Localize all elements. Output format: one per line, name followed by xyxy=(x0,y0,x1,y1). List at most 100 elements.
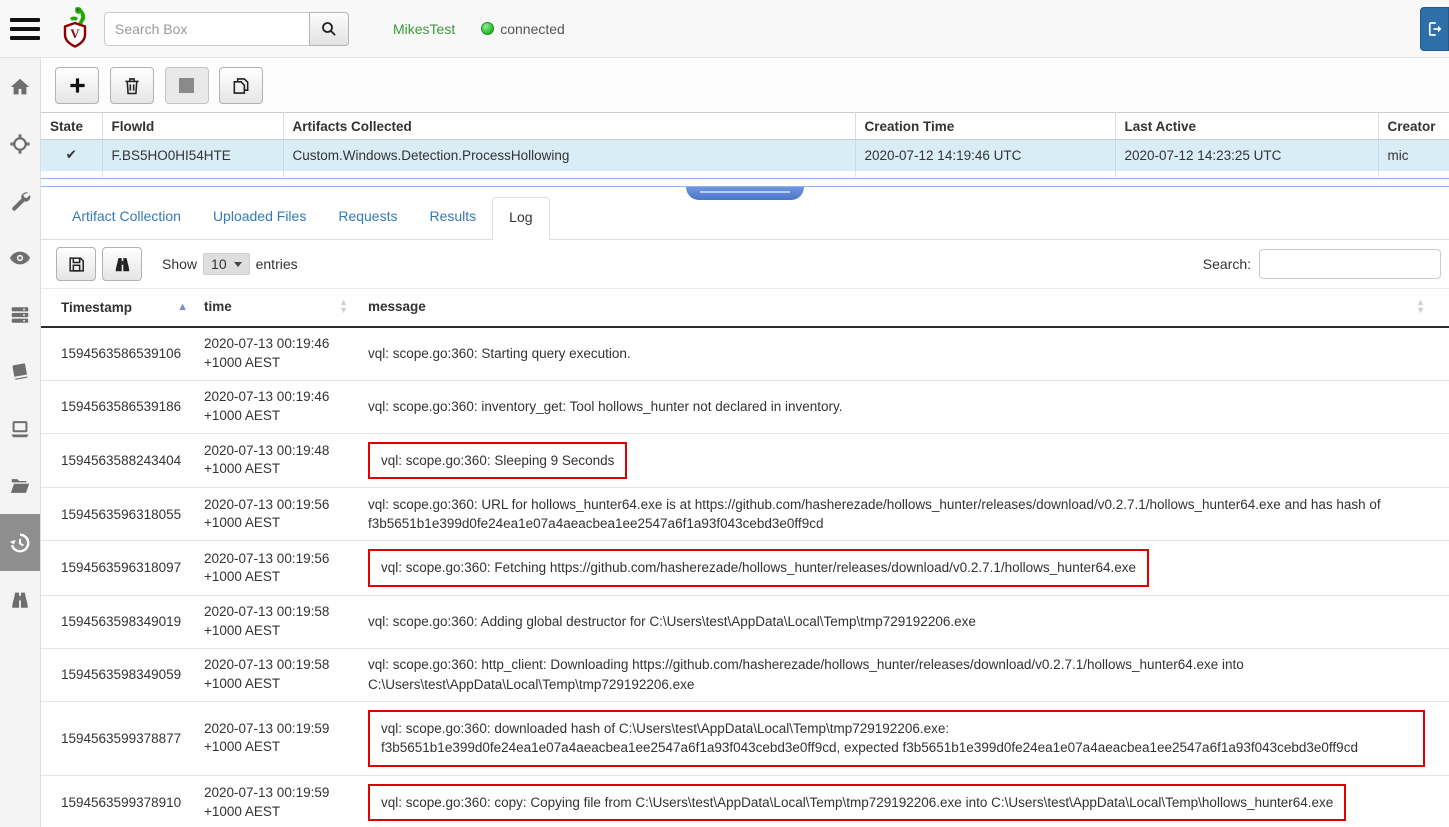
log-time: 2020-07-13 00:19:46 +1000 AEST xyxy=(196,382,356,430)
save-log-button[interactable] xyxy=(56,247,96,281)
tab-artifact-collection[interactable]: Artifact Collection xyxy=(56,197,197,239)
menu-toggle-icon[interactable] xyxy=(10,13,44,45)
log-message-highlighted: vql: scope.go:360: Fetching https://gith… xyxy=(368,549,1149,587)
logout-button[interactable] xyxy=(1420,7,1449,51)
search-button[interactable] xyxy=(309,12,349,46)
log-time: 2020-07-13 00:19:46 +1000 AEST xyxy=(196,329,356,377)
col-flowid[interactable]: FlowId xyxy=(102,113,283,140)
log-row[interactable]: 1594563598349019 2020-07-13 00:19:58 +10… xyxy=(41,596,1449,649)
flow-row-selected[interactable]: ✔ F.BS5HO0HI54HTE Custom.Windows.Detecti… xyxy=(41,140,1449,171)
sidebar-item-server-events[interactable] xyxy=(0,229,40,286)
log-time: 2020-07-13 00:19:59 +1000 AEST xyxy=(196,778,356,826)
search-input[interactable] xyxy=(104,12,309,46)
log-message: vql: scope.go:360: Starting query execut… xyxy=(368,344,631,364)
sort-icon[interactable]: ▲▼ xyxy=(339,299,348,314)
flow-toolbar xyxy=(41,58,1449,112)
connected-dot-icon xyxy=(481,22,494,35)
save-icon xyxy=(67,255,86,274)
copy-flow-button[interactable] xyxy=(219,67,263,104)
log-message-highlighted: vql: scope.go:360: Sleeping 9 Seconds xyxy=(368,442,627,480)
splitter-drag-handle[interactable] xyxy=(686,187,804,200)
flow-detail-tabs: Artifact Collection Uploaded Files Reque… xyxy=(41,197,1449,240)
delete-flow-button[interactable] xyxy=(110,67,154,104)
laptop-icon xyxy=(9,418,31,440)
sidebar-item-vfs[interactable] xyxy=(0,457,40,514)
log-time: 2020-07-13 00:19:58 +1000 AEST xyxy=(196,650,356,698)
svg-text:V: V xyxy=(70,26,80,41)
log-table: Timestamp ▲ time ▲▼ message ▲▼ 159456358… xyxy=(41,288,1449,827)
tab-results[interactable]: Results xyxy=(413,197,492,239)
sort-icon[interactable]: ▲▼ xyxy=(1416,299,1425,314)
timestamp-header-label: Timestamp xyxy=(61,300,132,315)
left-sidebar xyxy=(0,58,41,827)
new-collection-button[interactable] xyxy=(55,67,99,104)
log-col-timestamp[interactable]: Timestamp ▲ xyxy=(41,294,196,321)
flow-creator: mic xyxy=(1378,140,1449,171)
sidebar-item-server-config[interactable] xyxy=(0,172,40,229)
chevron-down-icon xyxy=(234,262,242,267)
binoculars-icon xyxy=(113,255,132,274)
sidebar-item-hunts[interactable] xyxy=(0,571,40,628)
log-row[interactable]: 1594563586539106 2020-07-13 00:19:46 +10… xyxy=(41,328,1449,381)
flow-last-active: 2020-07-12 14:23:25 UTC xyxy=(1115,140,1378,171)
sidebar-item-server-storage[interactable] xyxy=(0,286,40,343)
log-row[interactable]: 1594563598349059 2020-07-13 00:19:58 +10… xyxy=(41,649,1449,702)
sidebar-item-artifacts[interactable] xyxy=(0,343,40,400)
log-timestamp: 1594563599378877 xyxy=(41,725,196,752)
sidebar-item-collected-artifacts[interactable] xyxy=(0,514,40,571)
find-in-log-button[interactable] xyxy=(102,247,142,281)
log-row[interactable]: 1594563588243404 2020-07-13 00:19:48 +10… xyxy=(41,434,1449,489)
book-icon xyxy=(9,361,31,383)
plus-icon xyxy=(68,76,87,95)
flow-artifacts: Custom.Windows.Detection.ProcessHollowin… xyxy=(283,140,855,171)
stop-flow-button[interactable] xyxy=(165,67,209,104)
log-controls: Show 10 entries Search: xyxy=(41,240,1449,288)
log-timestamp: 1594563596318055 xyxy=(41,501,196,528)
log-time: 2020-07-13 00:19:56 +1000 AEST xyxy=(196,544,356,592)
server-icon xyxy=(9,304,31,326)
flow-creation-time: 2020-07-12 14:19:46 UTC xyxy=(855,140,1115,171)
sort-asc-icon[interactable]: ▲ xyxy=(177,301,188,313)
log-row[interactable]: 1594563599378877 2020-07-13 00:19:59 +10… xyxy=(41,702,1449,776)
crosshairs-icon xyxy=(9,133,31,155)
velociraptor-logo: V xyxy=(56,5,94,53)
flow-state-check-icon: ✔ xyxy=(41,140,102,171)
binoculars-icon xyxy=(9,589,31,611)
sidebar-item-hunt-manager[interactable] xyxy=(0,115,40,172)
col-creator[interactable]: Creator xyxy=(1378,113,1449,140)
sidebar-item-host-info[interactable] xyxy=(0,400,40,457)
col-artifacts[interactable]: Artifacts Collected xyxy=(283,113,855,140)
flow-id: F.BS5HO0HI54HTE xyxy=(102,140,283,171)
log-row[interactable]: 1594563586539186 2020-07-13 00:19:46 +10… xyxy=(41,381,1449,434)
client-name-link[interactable]: MikesTest xyxy=(393,21,455,37)
wrench-icon xyxy=(9,190,31,212)
copy-icon xyxy=(231,76,251,96)
col-state[interactable]: State xyxy=(41,113,102,140)
flows-header-row: State FlowId Artifacts Collected Creatio… xyxy=(41,113,1449,140)
page-size-select[interactable]: 10 xyxy=(203,253,250,275)
log-col-message[interactable]: message ▲▼ xyxy=(356,291,1449,323)
flows-table: State FlowId Artifacts Collected Creatio… xyxy=(41,112,1449,177)
log-timestamp: 1594563596318097 xyxy=(41,554,196,581)
log-search-input[interactable] xyxy=(1259,249,1441,279)
sidebar-item-home[interactable] xyxy=(0,58,40,115)
connection-status: connected xyxy=(481,21,565,37)
log-row[interactable]: 1594563596318055 2020-07-13 00:19:56 +10… xyxy=(41,488,1449,541)
tab-requests[interactable]: Requests xyxy=(322,197,413,239)
log-timestamp: 1594563586539106 xyxy=(41,340,196,367)
connection-status-label: connected xyxy=(500,21,565,37)
log-row[interactable]: 1594563596318097 2020-07-13 00:19:56 +10… xyxy=(41,541,1449,596)
col-last-active[interactable]: Last Active xyxy=(1115,113,1378,140)
magnifier-icon xyxy=(320,20,338,38)
col-creation-time[interactable]: Creation Time xyxy=(855,113,1115,140)
log-col-time[interactable]: time ▲▼ xyxy=(196,292,356,322)
log-time: 2020-07-13 00:19:48 +1000 AEST xyxy=(196,436,356,484)
history-icon xyxy=(9,532,31,554)
log-row[interactable]: 1594563599378910 2020-07-13 00:19:59 +10… xyxy=(41,776,1449,827)
top-navbar: V MikesTest connected xyxy=(0,0,1449,58)
page-size-value: 10 xyxy=(211,256,227,272)
log-time: 2020-07-13 00:19:59 +1000 AEST xyxy=(196,714,356,762)
tab-uploaded-files[interactable]: Uploaded Files xyxy=(197,197,322,239)
pane-splitter[interactable] xyxy=(41,178,1449,187)
tab-log[interactable]: Log xyxy=(492,197,549,240)
